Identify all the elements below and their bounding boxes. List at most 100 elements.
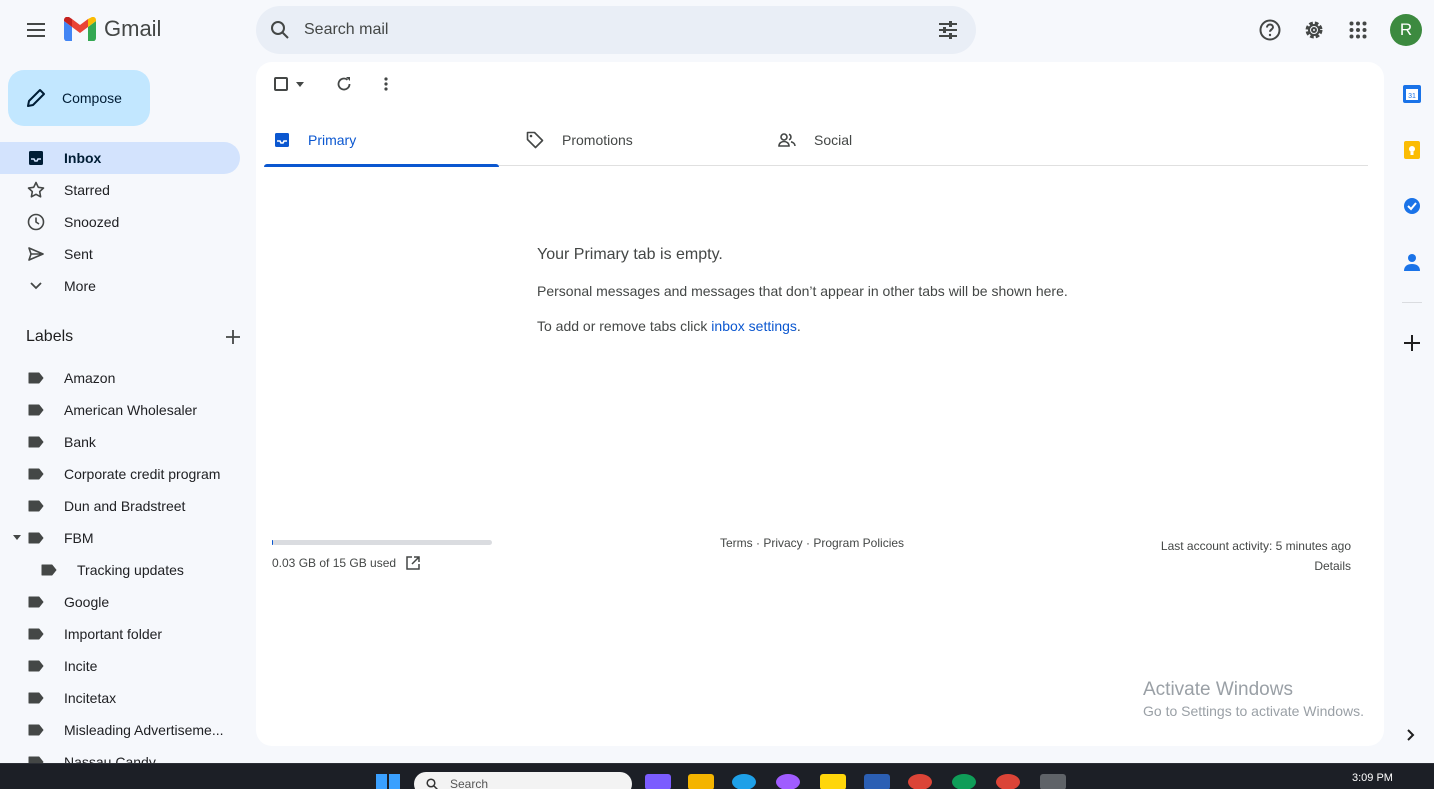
label-item[interactable]: Google bbox=[0, 586, 256, 618]
sidebar-item-sent[interactable]: Sent bbox=[0, 238, 240, 270]
label-name: Incitetax bbox=[64, 690, 117, 706]
taskbar-clock[interactable]: 3:09 PM bbox=[1352, 772, 1393, 784]
label-item[interactable]: Incite bbox=[0, 650, 256, 682]
label-icon bbox=[28, 436, 44, 448]
sidebar-item-snoozed[interactable]: Snoozed bbox=[0, 206, 240, 238]
help-icon bbox=[1259, 19, 1281, 41]
calendar-button[interactable]: 31 bbox=[1392, 74, 1432, 114]
label-item[interactable]: Corporate credit program bbox=[0, 458, 256, 490]
label-icon bbox=[28, 596, 44, 608]
sidebar-item-more[interactable]: More bbox=[0, 270, 240, 302]
label-icon bbox=[28, 404, 44, 416]
open-in-new-icon[interactable] bbox=[406, 556, 420, 570]
support-button[interactable] bbox=[1250, 10, 1290, 50]
add-label-icon[interactable] bbox=[226, 330, 240, 344]
people-icon bbox=[778, 133, 796, 147]
pencil-icon bbox=[27, 89, 45, 107]
label-item[interactable]: Amazon bbox=[0, 362, 256, 394]
refresh-icon[interactable] bbox=[336, 76, 352, 92]
labels-list: Amazon American Wholesaler Bank Corporat… bbox=[0, 362, 256, 778]
label-name: Incite bbox=[64, 658, 98, 674]
search-options-button[interactable] bbox=[924, 6, 972, 54]
storage-fill bbox=[272, 540, 273, 545]
label-icon bbox=[28, 500, 44, 512]
gmail-logo[interactable]: Gmail bbox=[64, 16, 161, 42]
compose-button[interactable]: Compose bbox=[8, 70, 150, 126]
word-icon[interactable] bbox=[864, 774, 890, 789]
tune-icon bbox=[939, 21, 957, 39]
account-activity: Last account activity: 5 minutes ago Det… bbox=[1161, 536, 1351, 576]
star-icon bbox=[26, 180, 46, 200]
inbox-settings-link[interactable]: inbox settings bbox=[711, 318, 797, 334]
label-item[interactable]: Important folder bbox=[0, 618, 256, 650]
chrome-icon[interactable] bbox=[996, 774, 1020, 789]
label-item[interactable]: FBM bbox=[0, 522, 256, 554]
contacts-button[interactable] bbox=[1392, 242, 1432, 282]
windows-start-icon[interactable] bbox=[376, 774, 400, 789]
search-button[interactable] bbox=[256, 6, 304, 54]
activity-text: Last account activity: 5 minutes ago bbox=[1160, 539, 1351, 553]
file-explorer-icon[interactable] bbox=[688, 774, 714, 789]
more-vert-icon[interactable] bbox=[384, 77, 388, 91]
label-item[interactable]: Tracking updates bbox=[0, 554, 256, 586]
plus-icon bbox=[1404, 335, 1420, 351]
tasks-button[interactable] bbox=[1392, 186, 1432, 226]
settings-prefix: To add or remove tabs click bbox=[537, 318, 712, 334]
calculator-icon[interactable] bbox=[1040, 774, 1066, 789]
activity-details-link[interactable]: Details bbox=[1161, 556, 1351, 576]
chrome-icon[interactable] bbox=[908, 774, 932, 789]
expand-side-panel-button[interactable] bbox=[1404, 728, 1418, 747]
sidebar-nav: Inbox Starred Snoozed Sent More bbox=[0, 142, 256, 302]
taskbar-search[interactable]: Search bbox=[414, 772, 632, 789]
search-input[interactable] bbox=[304, 21, 924, 39]
main-panel: Primary Promotions Social Your Primary t… bbox=[256, 62, 1384, 746]
labels-title: Labels bbox=[26, 328, 74, 345]
labels-header: Labels bbox=[26, 328, 240, 346]
label-name: Misleading Advertiseme... bbox=[64, 722, 224, 738]
label-icon bbox=[28, 468, 44, 480]
edge-icon[interactable] bbox=[732, 774, 756, 789]
label-name: Important folder bbox=[64, 626, 163, 642]
select-checkbox[interactable] bbox=[274, 77, 288, 91]
footer-links[interactable]: Terms · Privacy · Program Policies bbox=[720, 536, 904, 550]
chevron-right-icon bbox=[1407, 729, 1415, 741]
search-bar[interactable] bbox=[256, 6, 976, 54]
sidebar-item-starred[interactable]: Starred bbox=[0, 174, 240, 206]
tab-primary[interactable]: Primary bbox=[264, 114, 516, 167]
label-item[interactable]: American Wholesaler bbox=[0, 394, 256, 426]
label-item[interactable]: Misleading Advertiseme... bbox=[0, 714, 256, 746]
settings-button[interactable] bbox=[1294, 10, 1334, 50]
avatar[interactable]: R bbox=[1390, 14, 1422, 46]
menu-line bbox=[27, 23, 45, 25]
keep-button[interactable] bbox=[1392, 130, 1432, 170]
caret-down-icon bbox=[296, 81, 304, 87]
tab-social[interactable]: Social bbox=[768, 114, 1020, 166]
tab-promotions[interactable]: Promotions bbox=[516, 114, 768, 166]
sidebar-item-inbox[interactable]: Inbox bbox=[0, 142, 240, 174]
toolbar bbox=[274, 76, 388, 92]
messenger-icon[interactable] bbox=[776, 774, 800, 789]
contacts-icon bbox=[1404, 254, 1420, 271]
menu-line bbox=[27, 29, 45, 31]
chrome-profile-icon[interactable] bbox=[952, 774, 976, 789]
google-apps-button[interactable] bbox=[1338, 10, 1378, 50]
gmail-m-icon bbox=[64, 17, 96, 41]
tab-label: Social bbox=[814, 132, 853, 148]
main-menu-button[interactable] bbox=[18, 12, 54, 48]
keep-icon bbox=[1404, 141, 1420, 159]
label-item[interactable]: Incitetax bbox=[0, 682, 256, 714]
label-name: Amazon bbox=[64, 370, 116, 386]
sidebar-item-label: Snoozed bbox=[64, 214, 120, 230]
search-icon bbox=[271, 21, 289, 39]
copilot-icon[interactable] bbox=[645, 774, 671, 789]
sticky-notes-icon[interactable] bbox=[820, 774, 846, 789]
select-all-button[interactable] bbox=[274, 77, 304, 91]
storage-text: 0.03 GB of 15 GB used bbox=[272, 556, 397, 570]
label-name: FBM bbox=[64, 530, 94, 546]
label-icon bbox=[28, 692, 44, 704]
taskbar-search-label: Search bbox=[450, 777, 489, 789]
label-item[interactable]: Bank bbox=[0, 426, 256, 458]
get-addons-button[interactable] bbox=[1392, 323, 1432, 363]
collapse-caret-icon[interactable] bbox=[13, 535, 21, 540]
label-item[interactable]: Dun and Bradstreet bbox=[0, 490, 256, 522]
